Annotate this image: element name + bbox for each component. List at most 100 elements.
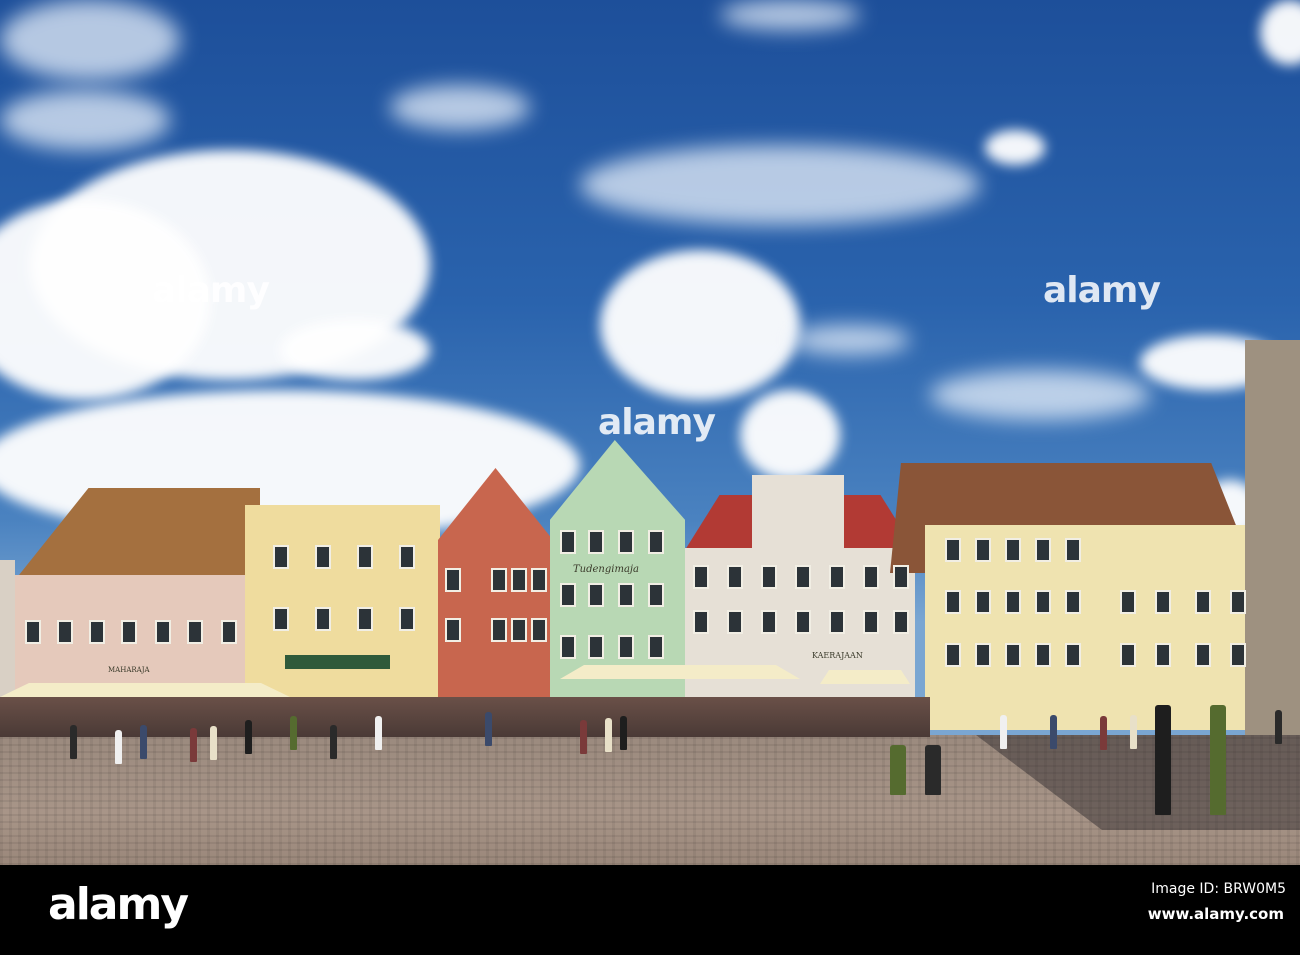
pedestrian [1100,716,1107,750]
window [1035,590,1051,614]
pedestrian [1210,705,1226,815]
window [1230,590,1246,614]
window [531,618,547,642]
cloud-wisp [580,145,980,225]
window [89,620,105,644]
window [945,643,961,667]
window [491,568,507,592]
window [761,565,777,589]
cloud [985,130,1045,165]
cloud-wisp [930,370,1150,420]
window [1230,643,1246,667]
window [588,583,604,607]
window [648,530,664,554]
window [588,635,604,659]
window [795,565,811,589]
window [795,610,811,634]
window [1120,590,1136,614]
window [1005,643,1021,667]
cloud-wisp [720,0,860,30]
window [693,565,709,589]
pedestrian [1275,710,1282,744]
window [560,635,576,659]
window [618,530,634,554]
pedestrian [1130,715,1137,749]
window [1005,590,1021,614]
window [975,643,991,667]
window [560,530,576,554]
window [399,545,415,569]
window [693,610,709,634]
window [315,545,331,569]
window [315,607,331,631]
pedestrian [140,725,147,759]
window [588,530,604,554]
window [560,583,576,607]
window [893,565,909,589]
window [511,618,527,642]
window [155,620,171,644]
cloud-wisp [0,90,170,150]
cloud-wisp [390,85,530,130]
window [1195,590,1211,614]
site-url: www.alamy.com [1147,905,1284,923]
sign-tudengimaja: Tudengimaja [573,564,639,575]
town-hall-tower [1245,340,1300,740]
window [648,583,664,607]
window [1065,538,1081,562]
watermark: alamy [598,402,716,443]
pedestrian [485,712,492,746]
pedestrian [375,716,382,750]
window [511,568,527,592]
cloud [600,250,800,400]
window [618,635,634,659]
cloud-wisp [0,0,180,80]
window [975,538,991,562]
window [1120,643,1136,667]
window [1035,538,1051,562]
window [399,607,415,631]
window [618,583,634,607]
pedestrian [1155,705,1171,815]
footer-bar: alamy Image ID: BRW0M5 www.alamy.com [0,865,1300,955]
window [727,610,743,634]
cloud [740,390,840,480]
yellow-house-awning [285,655,390,669]
cloud [280,320,430,380]
pedestrian [580,720,587,754]
window [121,620,137,644]
pedestrian [210,726,217,760]
window [863,610,879,634]
window [491,618,507,642]
window [1065,590,1081,614]
window [25,620,41,644]
pedestrian [605,718,612,752]
window [445,618,461,642]
window [445,568,461,592]
window [1155,590,1171,614]
pedestrian [1050,715,1057,749]
window [273,545,289,569]
window [357,607,373,631]
window [357,545,373,569]
window [221,620,237,644]
window [829,565,845,589]
town-square-photo: Tudengimaja MAHARAJA KAERAJAAN alamy ala… [0,0,1300,865]
pedestrian [330,725,337,759]
window [57,620,73,644]
pedestrian [1000,715,1007,749]
cafe-umbrellas [820,670,910,684]
window [187,620,203,644]
cafe-umbrellas [560,665,800,679]
image-id: Image ID: BRW0M5 [1151,881,1286,897]
window [945,590,961,614]
pedestrian [925,745,941,795]
watermark: alamy [152,270,270,311]
window [727,565,743,589]
window [893,610,909,634]
pedestrian [245,720,252,754]
alamy-logo: alamy [48,879,189,930]
pedestrian [620,716,627,750]
window [975,590,991,614]
pedestrian [70,725,77,759]
